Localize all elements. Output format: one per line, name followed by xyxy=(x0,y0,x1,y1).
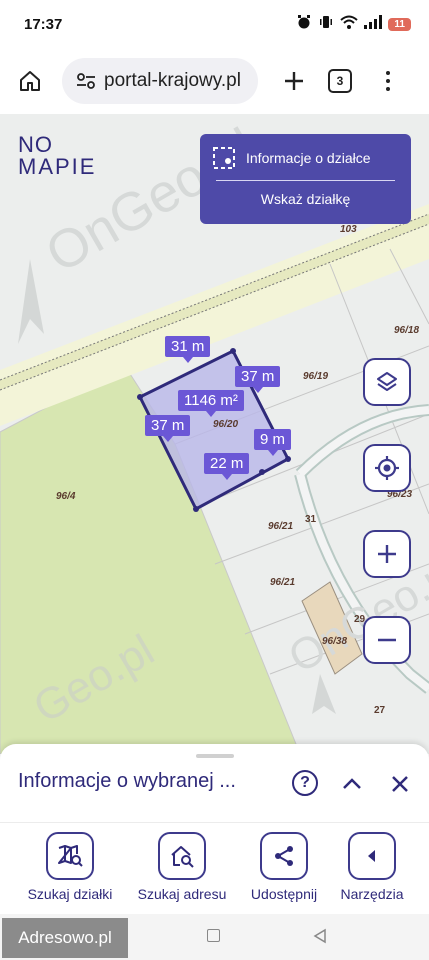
help-icon[interactable]: ? xyxy=(292,770,318,796)
browser-menu-button[interactable] xyxy=(376,63,400,99)
zoom-out-button[interactable] xyxy=(363,616,411,664)
nomapie-logo[interactable]: NO MAPIE xyxy=(18,132,128,179)
alarm-icon xyxy=(296,14,312,35)
more-vert-icon-dot xyxy=(386,87,390,91)
house-number: 27 xyxy=(374,705,386,716)
browser-toolbar: portal-krajowy.pl 3 xyxy=(0,48,429,114)
road-label: 103 xyxy=(340,224,357,235)
tools-arrow-icon xyxy=(348,832,396,880)
logo-line2: MAPIE xyxy=(18,154,97,179)
measure-label-short: 9 m xyxy=(254,429,292,456)
sheet-divider xyxy=(0,822,429,823)
chevron-up-icon[interactable] xyxy=(340,772,364,796)
adresowo-watermark: Adresowo.pl xyxy=(2,918,128,958)
site-settings-icon xyxy=(77,73,95,89)
wifi-icon xyxy=(340,14,359,35)
status-bar: 17:37 11 xyxy=(0,0,429,48)
new-tab-button[interactable] xyxy=(276,63,312,99)
layers-icon xyxy=(377,372,397,391)
minus-icon xyxy=(378,638,396,642)
area-label: 1146 m² xyxy=(178,390,244,417)
tool-search-parcel[interactable]: Szukaj działki xyxy=(18,832,122,902)
parcel-label: 96/21 xyxy=(270,577,296,588)
measure-label-top: 31 m xyxy=(165,336,211,363)
home-search-icon xyxy=(158,832,206,880)
home-icon xyxy=(20,71,40,91)
measure-label-bottom: 22 m xyxy=(204,453,250,480)
select-parcel-icon xyxy=(213,147,235,169)
tool-tools[interactable]: Narzędzia xyxy=(331,832,413,902)
parcel-label: 96/4 xyxy=(56,491,76,502)
tool-search-address[interactable]: Szukaj adresu xyxy=(128,832,236,902)
clock: 17:37 xyxy=(24,15,63,33)
select-parcel-button[interactable]: Wskaż działkę xyxy=(200,191,411,207)
screen: 17:37 11 portal-krajowy.pl 3 OnGeo.pl On… xyxy=(0,0,429,960)
sheet-drag-handle[interactable] xyxy=(196,754,234,758)
measure-label-left: 37 m xyxy=(145,415,191,442)
address-bar[interactable]: portal-krajowy.pl xyxy=(62,58,258,104)
plus-icon xyxy=(378,545,396,563)
map-view[interactable]: OnGeo.pl OnGeo.pl Geo.pl 103 96/18 96/19… xyxy=(0,114,429,754)
zoom-in-button[interactable] xyxy=(363,530,411,578)
plus-icon xyxy=(285,72,303,90)
url-text: portal-krajowy.pl xyxy=(104,70,241,91)
panel-divider xyxy=(216,180,395,181)
more-vert-icon-dot xyxy=(386,71,390,75)
sheet-title[interactable]: Informacje o wybranej ... xyxy=(18,770,236,793)
recents-button[interactable] xyxy=(207,929,220,942)
status-icons: 11 xyxy=(296,14,411,35)
parcel-label: 96/18 xyxy=(394,325,420,336)
gps-target-icon xyxy=(375,456,399,480)
tab-switcher-button[interactable]: 3 xyxy=(328,69,352,93)
bottom-sheet: Informacje o wybranej ... ? Szukaj dział… xyxy=(0,744,429,914)
close-icon[interactable] xyxy=(388,772,412,796)
parcel-label: 96/21 xyxy=(268,521,294,532)
parcel-label: 96/20 xyxy=(213,419,239,430)
layers-button[interactable] xyxy=(363,358,411,406)
system-nav-bar: Adresowo.pl xyxy=(0,914,429,960)
parcel-info-button[interactable]: Informacje o działce xyxy=(200,134,411,170)
tool-label: Szukaj adresu xyxy=(137,886,227,902)
tool-label: Narzędzia xyxy=(340,886,404,902)
parcel-info-panel: Informacje o działce Wskaż działkę xyxy=(200,134,411,224)
map-search-icon xyxy=(46,832,94,880)
tool-bar: Szukaj działki Szukaj adresu Udostępnij … xyxy=(0,832,429,902)
parcel-label: 96/19 xyxy=(303,371,329,382)
tool-share[interactable]: Udostępnij xyxy=(242,832,326,902)
share-icon xyxy=(260,832,308,880)
battery-indicator: 11 xyxy=(388,17,411,31)
house-number: 31 xyxy=(305,514,317,525)
parcel-info-label: Informacje o działce xyxy=(246,150,371,166)
locate-me-button[interactable] xyxy=(363,444,411,492)
home-button[interactable] xyxy=(12,63,48,99)
tool-label: Szukaj działki xyxy=(27,886,113,902)
more-vert-icon-dot xyxy=(386,79,390,83)
signal-icon xyxy=(364,14,383,34)
tool-label: Udostępnij xyxy=(250,886,318,902)
measure-label-right: 37 m xyxy=(235,366,281,393)
parcel-label: 96/38 xyxy=(322,636,348,647)
back-triangle-icon[interactable] xyxy=(312,928,328,944)
vibrate-icon xyxy=(318,14,334,35)
